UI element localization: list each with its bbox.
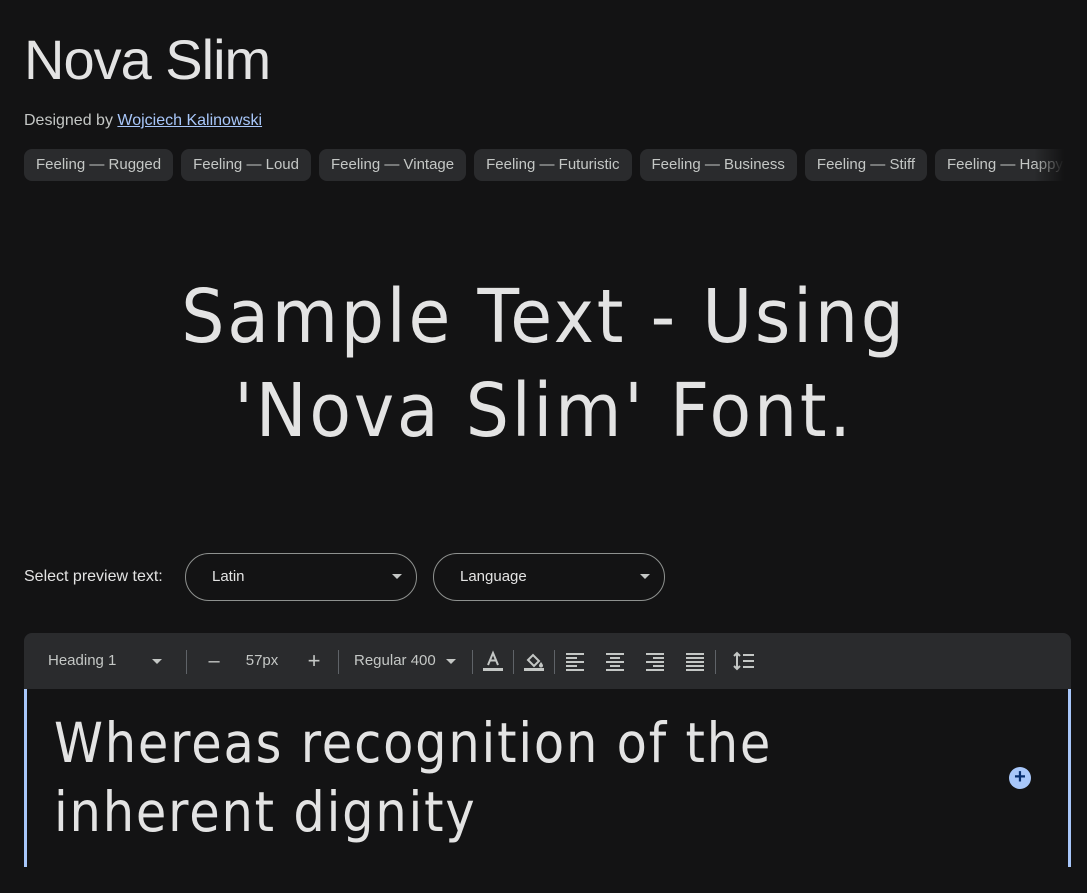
toolbar-divider bbox=[186, 650, 187, 674]
caret-down-icon bbox=[152, 659, 162, 664]
font-weight-value: Regular 400 bbox=[354, 652, 436, 669]
designer-line: Designed by Wojciech Kalinowski bbox=[24, 110, 262, 132]
language-select-value: Language bbox=[460, 568, 527, 585]
sample-text-preview: Sample Text - Using 'Nova Slim' Font. bbox=[181, 274, 907, 454]
align-right-icon[interactable] bbox=[643, 649, 667, 673]
toolbar-divider bbox=[338, 650, 339, 674]
feeling-chip-vintage[interactable]: Feeling — Vintage bbox=[318, 149, 467, 181]
add-preview-button[interactable]: + bbox=[1009, 767, 1031, 789]
font-specimen-page: Nova Slim Designed by Wojciech Kalinowsk… bbox=[0, 0, 1087, 893]
caret-down-icon bbox=[640, 574, 650, 579]
feeling-tags: Feeling — Rugged Feeling — Loud Feeling … bbox=[24, 149, 1064, 181]
toolbar-divider bbox=[554, 650, 555, 674]
feeling-chip-rugged[interactable]: Feeling — Rugged bbox=[24, 149, 174, 181]
feeling-chip-stiff[interactable]: Feeling — Stiff bbox=[804, 149, 928, 181]
align-justify-icon[interactable] bbox=[683, 649, 707, 673]
feeling-chip-business[interactable]: Feeling — Business bbox=[639, 149, 797, 181]
highlight-color-icon[interactable] bbox=[522, 649, 546, 673]
line-spacing-icon[interactable] bbox=[732, 649, 756, 673]
text-style-dropdown[interactable]: Heading 1 bbox=[48, 633, 186, 689]
font-title: Nova Slim bbox=[24, 28, 271, 91]
chips-fade-overlay bbox=[1034, 149, 1064, 181]
editable-preview-area[interactable]: Whereas recognition of the inherent dign… bbox=[24, 689, 1071, 867]
script-select[interactable]: Latin bbox=[185, 553, 417, 601]
align-left-icon[interactable] bbox=[563, 649, 587, 673]
language-select[interactable]: Language bbox=[433, 553, 665, 601]
font-size-value[interactable]: 57px bbox=[238, 633, 286, 689]
toolbar-divider bbox=[513, 650, 514, 674]
preview-text-label: Select preview text: bbox=[24, 568, 163, 585]
text-style-value: Heading 1 bbox=[48, 652, 117, 669]
designed-by-label: Designed by bbox=[24, 112, 113, 129]
toolbar-divider bbox=[472, 650, 473, 674]
feeling-chip-futuristic[interactable]: Feeling — Futuristic bbox=[474, 149, 632, 181]
decrease-size-button[interactable]: – bbox=[202, 633, 226, 689]
editable-preview-text[interactable]: Whereas recognition of the inherent dign… bbox=[54, 709, 792, 847]
script-select-value: Latin bbox=[212, 568, 245, 585]
font-weight-dropdown[interactable]: Regular 400 bbox=[354, 633, 464, 689]
editor-toolbar: Heading 1 – 57px + Regular 400 bbox=[24, 633, 1071, 689]
text-color-icon[interactable] bbox=[481, 649, 505, 673]
designer-link[interactable]: Wojciech Kalinowski bbox=[117, 112, 262, 129]
align-center-icon[interactable] bbox=[603, 649, 627, 673]
caret-down-icon bbox=[446, 659, 456, 664]
feeling-chip-loud[interactable]: Feeling — Loud bbox=[181, 149, 311, 181]
toolbar-divider bbox=[715, 650, 716, 674]
caret-down-icon bbox=[392, 574, 402, 579]
increase-size-button[interactable]: + bbox=[302, 633, 326, 689]
